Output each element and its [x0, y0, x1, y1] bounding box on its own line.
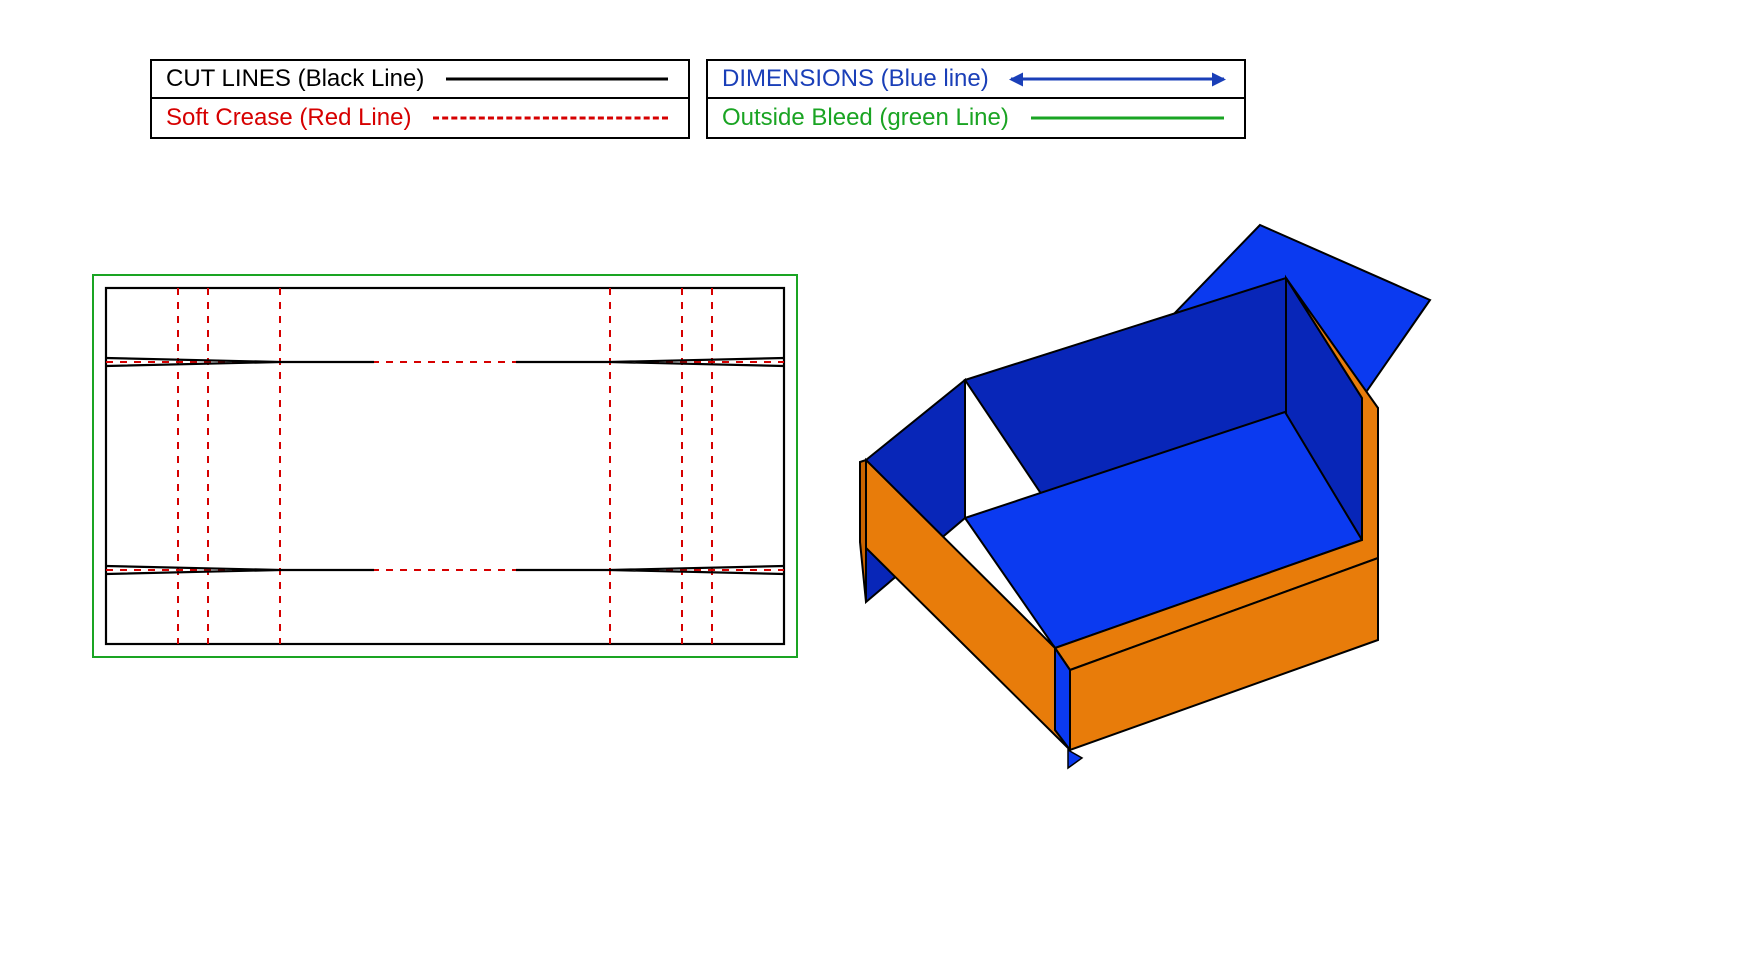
legend-row-cut: CUT LINES (Black Line) [152, 61, 688, 99]
stage: CUT LINES (Black Line) Soft Crease (Red … [0, 0, 1742, 980]
box-bottom-peek [1068, 750, 1082, 768]
legend-row-dimensions: DIMENSIONS (Blue line) [708, 61, 1244, 99]
legend-label-crease: Soft Crease (Red Line) [166, 104, 411, 132]
legend-label-bleed: Outside Bleed (green Line) [722, 104, 1009, 132]
legend-sample-bleed [1031, 106, 1230, 130]
dieline-svg [92, 274, 798, 658]
box-3d-render [830, 210, 1650, 790]
crease-horiz [106, 362, 784, 570]
cut-outer-rect [106, 288, 784, 644]
legend-right: DIMENSIONS (Blue line) Outside Bleed (gr… [706, 59, 1246, 139]
legend-row-crease: Soft Crease (Red Line) [152, 99, 688, 137]
legend-sample-cut [446, 67, 674, 91]
legend-sample-dimensions [1011, 67, 1230, 91]
crease-vert [178, 288, 712, 644]
legend-sample-crease [433, 106, 674, 130]
dashed-red-line-icon [433, 117, 668, 120]
dieline-template [92, 274, 798, 658]
bleed-rect [93, 275, 797, 657]
legend-label-dimensions: DIMENSIONS (Blue line) [722, 65, 989, 93]
box-outer-left-edge [860, 460, 866, 602]
legend-left: CUT LINES (Black Line) Soft Crease (Red … [150, 59, 690, 139]
legend-row-bleed: Outside Bleed (green Line) [708, 99, 1244, 137]
legend-label-cut: CUT LINES (Black Line) [166, 65, 424, 93]
double-arrow-blue-icon [1011, 78, 1224, 81]
solid-green-line-icon [1031, 117, 1224, 120]
box3d-svg [830, 210, 1650, 790]
solid-black-line-icon [446, 78, 668, 81]
